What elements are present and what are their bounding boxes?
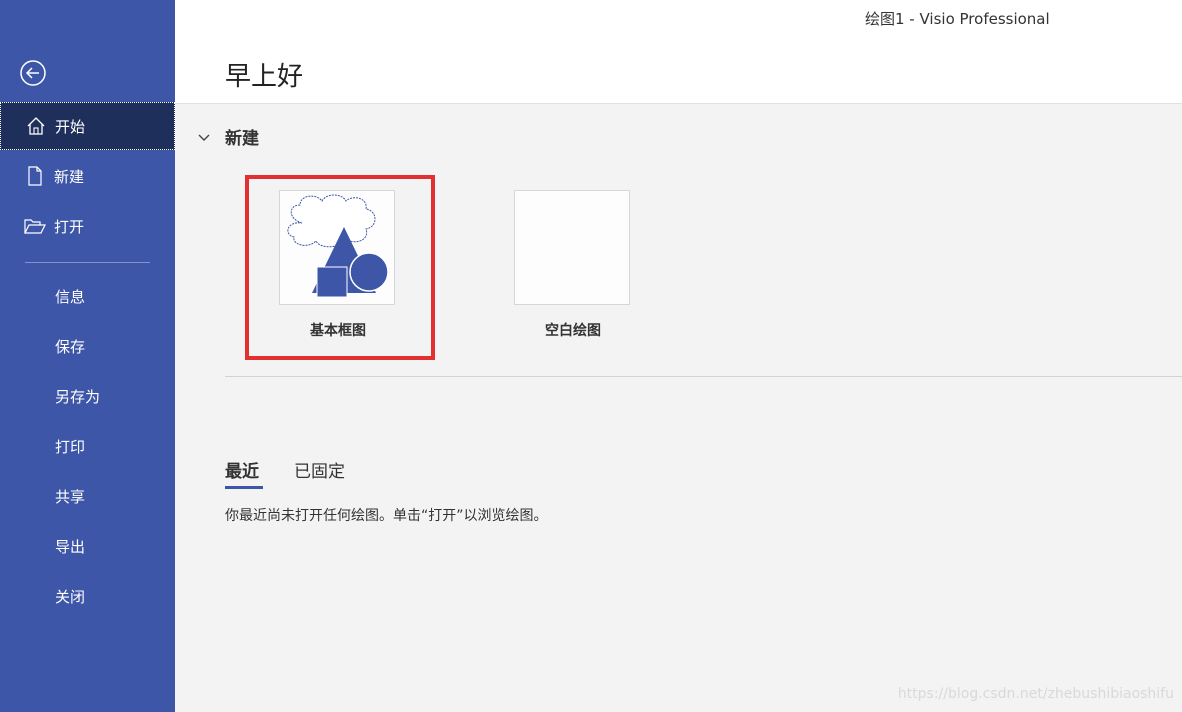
new-section-toggle[interactable]: 新建 <box>197 124 259 149</box>
chevron-down-icon <box>197 130 211 144</box>
window-title: 绘图1 - Visio Professional <box>865 10 1050 28</box>
backstage-sidebar: 开始 新建 打开 信息 保存 另存为 打印 共享 导出 关闭 <box>0 0 175 712</box>
section-divider <box>225 376 1182 377</box>
template-blank-drawing[interactable]: 空白绘图 <box>514 190 632 339</box>
blank-drawing-thumbnail <box>514 190 630 305</box>
sidebar-item-save[interactable]: 保存 <box>0 322 175 370</box>
home-icon <box>25 115 47 137</box>
sidebar-item-save-as[interactable]: 另存为 <box>0 372 175 420</box>
sidebar-item-print[interactable]: 打印 <box>0 422 175 470</box>
tab-recent[interactable]: 最近 <box>225 457 259 482</box>
sidebar-item-label: 另存为 <box>55 387 101 406</box>
sidebar-item-label: 导出 <box>55 537 86 556</box>
sidebar-item-share[interactable]: 共享 <box>0 472 175 520</box>
new-document-icon <box>24 165 46 187</box>
empty-state-message: 你最近尚未打开任何绘图。单击“打开”以浏览绘图。 <box>225 508 548 524</box>
main-content: 绘图1 - Visio Professional 早上好 新建 基本框图 空白绘… <box>175 0 1182 712</box>
page-title: 早上好 <box>225 62 304 92</box>
sidebar-item-label: 开始 <box>55 117 86 136</box>
sidebar-item-label: 打印 <box>55 437 86 456</box>
section-title: 新建 <box>225 129 259 149</box>
sidebar-item-label: 新建 <box>54 167 85 186</box>
template-label: 空白绘图 <box>545 323 601 339</box>
open-folder-icon <box>24 215 46 237</box>
sidebar-item-export[interactable]: 导出 <box>0 522 175 570</box>
active-tab-indicator <box>225 486 263 489</box>
tab-pinned[interactable]: 已固定 <box>294 457 345 482</box>
sidebar-item-label: 打开 <box>54 217 85 236</box>
header: 绘图1 - Visio Professional 早上好 <box>175 0 1182 104</box>
sidebar-item-home[interactable]: 开始 <box>0 102 175 150</box>
sidebar-item-label: 保存 <box>55 337 86 356</box>
sidebar-divider <box>25 262 150 263</box>
template-basic-diagram[interactable]: 基本框图 <box>279 190 397 339</box>
template-label: 基本框图 <box>310 323 366 339</box>
sidebar-item-label: 共享 <box>55 487 86 506</box>
sidebar-item-label: 信息 <box>55 287 86 306</box>
sidebar-item-label: 关闭 <box>55 587 86 606</box>
back-arrow-icon[interactable] <box>18 58 48 88</box>
sidebar-item-open[interactable]: 打开 <box>0 202 175 250</box>
sidebar-item-close[interactable]: 关闭 <box>0 572 175 620</box>
sidebar-item-new[interactable]: 新建 <box>0 152 175 200</box>
sidebar-item-info[interactable]: 信息 <box>0 272 175 320</box>
basic-diagram-thumbnail <box>279 190 395 305</box>
watermark: https://blog.csdn.net/zhebushibiaoshifu <box>897 686 1174 702</box>
